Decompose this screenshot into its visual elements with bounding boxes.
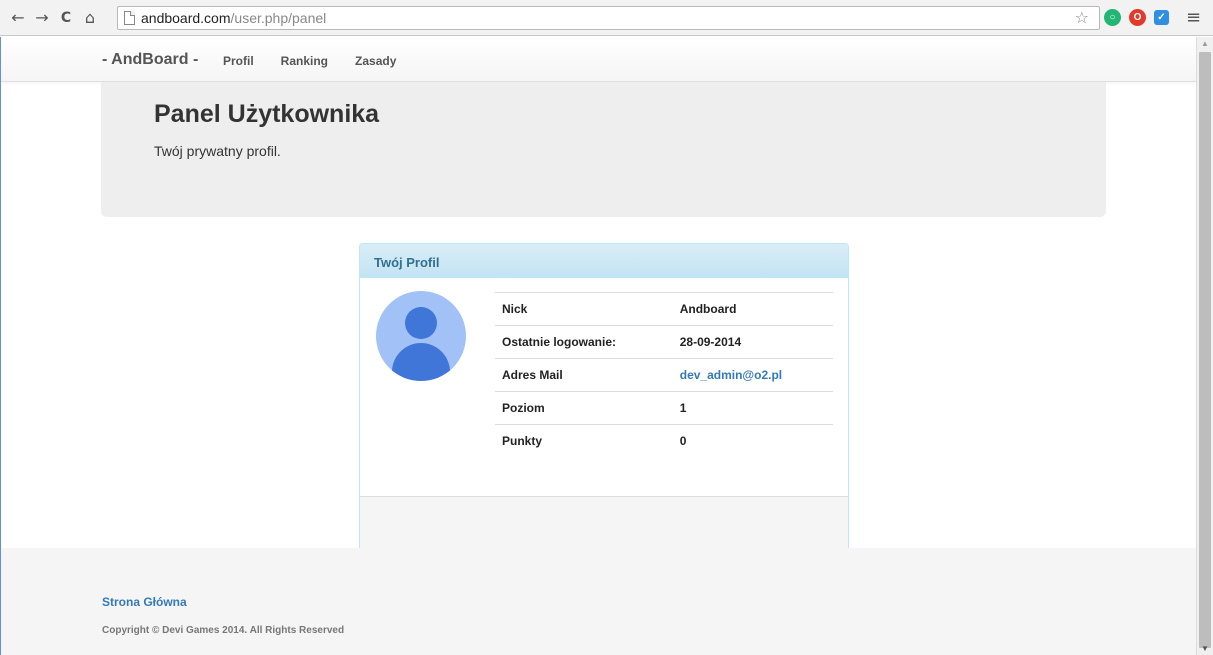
page-icon xyxy=(124,11,135,25)
checkbox-extension-icon[interactable]: ✓ xyxy=(1154,10,1169,25)
bookmark-star-icon[interactable]: ☆ xyxy=(1075,8,1089,27)
row-value: 28-09-2014 xyxy=(671,325,833,359)
url-host: andboard.com xyxy=(141,10,231,26)
row-label: Adres Mail xyxy=(495,358,672,392)
browser-menu-icon[interactable]: ≡ xyxy=(1186,7,1201,28)
forward-arrow-icon[interactable]: → xyxy=(32,7,52,29)
avatar-head xyxy=(405,307,437,339)
copyright-text: Copyright © Devi Games 2014. All Rights … xyxy=(102,625,345,636)
browser-toolbar: ← → C ⌂ andboard.com/user.php/panel ☆ ○ … xyxy=(0,0,1213,36)
scroll-down-arrow-icon[interactable]: ▼ xyxy=(1201,644,1209,653)
row-value: 1 xyxy=(671,391,833,425)
home-link[interactable]: Strona Główna xyxy=(102,595,187,609)
home-icon[interactable]: ⌂ xyxy=(80,7,100,29)
row-label: Nick xyxy=(495,292,672,326)
address-bar[interactable]: andboard.com/user.php/panel ☆ xyxy=(117,6,1100,30)
nav-link-zasady[interactable]: Zasady xyxy=(355,54,396,68)
reload-icon[interactable]: C xyxy=(56,7,76,29)
row-label: Punkty xyxy=(495,424,672,458)
nav-link-ranking[interactable]: Ranking xyxy=(281,54,328,68)
extension-icons: ○ O ✓ xyxy=(1104,9,1169,26)
scroll-up-arrow-icon[interactable]: ▲ xyxy=(1201,39,1209,48)
avatar-icon xyxy=(376,291,466,381)
table-row: Punkty 0 xyxy=(495,424,833,458)
opera-extension-icon[interactable]: O xyxy=(1129,9,1146,26)
site-footer: Strona Główna Copyright © Devi Games 201… xyxy=(1,548,1196,655)
panel-body: Nick Andboard Ostatnie logowanie: 28-09-… xyxy=(360,278,848,486)
url-path: /user.php/panel xyxy=(230,10,327,26)
green-extension-icon[interactable]: ○ xyxy=(1104,9,1121,26)
site-brand[interactable]: - AndBoard - xyxy=(102,51,198,69)
scroll-thumb[interactable] xyxy=(1199,52,1211,648)
table-row: Ostatnie logowanie: 28-09-2014 xyxy=(495,325,833,359)
row-label: Poziom xyxy=(495,391,672,425)
nav-links: Profil Ranking Zasady xyxy=(223,54,423,68)
site-navbar: - AndBoard - Profil Ranking Zasady xyxy=(1,37,1196,82)
row-value: Andboard xyxy=(671,292,833,326)
page-subtitle: Twój prywatny profil. xyxy=(154,143,281,159)
table-row: Poziom 1 xyxy=(495,391,833,425)
vertical-scrollbar[interactable]: ▲ ▼ xyxy=(1196,37,1213,655)
profile-panel: Twój Profil Nick Andboard Ostatnie logow… xyxy=(359,243,849,559)
page-title: Panel Użytkownika xyxy=(154,100,380,128)
profile-info-table: Nick Andboard Ostatnie logowanie: 28-09-… xyxy=(495,292,833,458)
page-viewport: - AndBoard - Profil Ranking Zasady Panel… xyxy=(0,37,1196,655)
jumbotron: Panel Użytkownika Twój prywatny profil. xyxy=(101,82,1106,217)
avatar-body xyxy=(392,343,450,381)
table-row: Nick Andboard xyxy=(495,292,833,326)
email-link[interactable]: dev_admin@o2.pl xyxy=(671,358,833,392)
table-row: Adres Mail dev_admin@o2.pl xyxy=(495,358,833,392)
row-label: Ostatnie logowanie: xyxy=(495,325,672,359)
row-value: 0 xyxy=(671,424,833,458)
panel-heading: Twój Profil xyxy=(360,244,848,278)
nav-link-profil[interactable]: Profil xyxy=(223,54,254,68)
back-arrow-icon[interactable]: ← xyxy=(8,7,28,29)
